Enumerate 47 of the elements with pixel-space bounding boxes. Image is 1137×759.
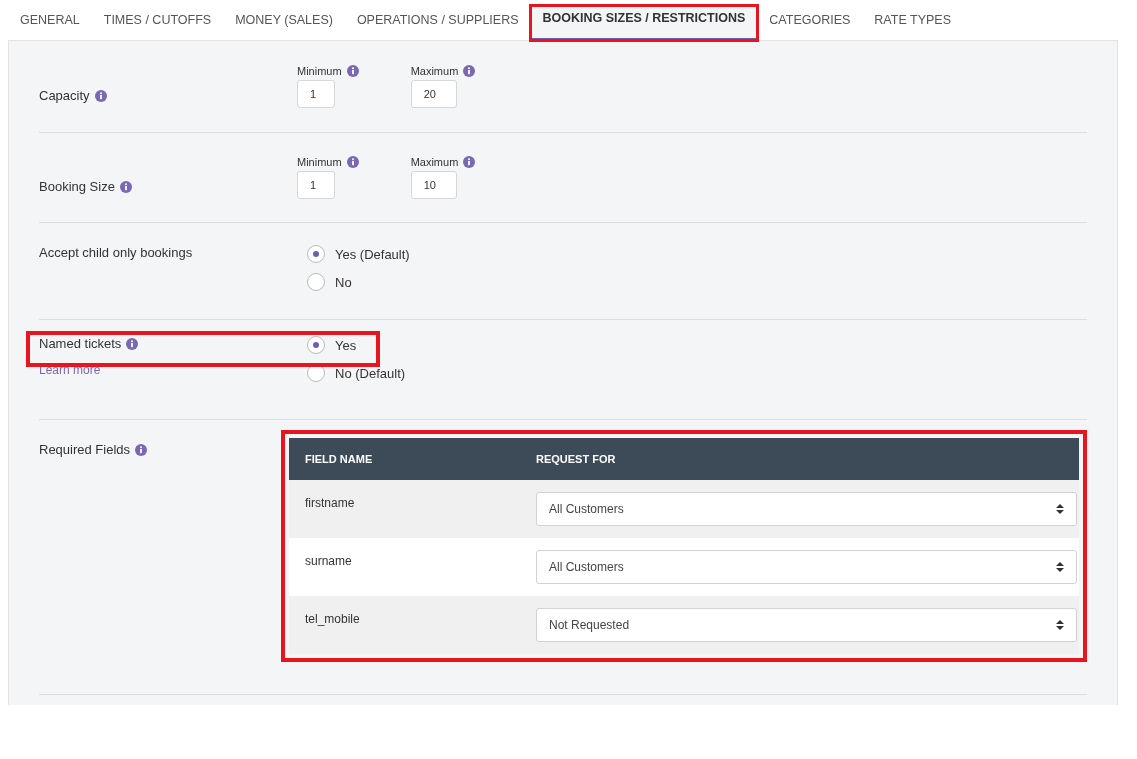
maximum-label: Maximum [410, 156, 459, 168]
maximum-input[interactable]: 10 [410, 171, 457, 199]
request-select[interactable]: All Customers [536, 550, 1077, 584]
minimum-input[interactable]: 1 [297, 171, 335, 199]
tab[interactable]: RATE TYPES [862, 10, 963, 40]
minimum-input[interactable]: 1 [297, 80, 335, 108]
tab[interactable]: CATEGORIES [757, 10, 863, 40]
radio-button[interactable] [307, 336, 325, 354]
info-icon[interactable] [346, 65, 359, 77]
field-label: Accept child only bookings [39, 245, 193, 260]
radio-button[interactable] [307, 245, 325, 263]
column-header: REQUEST FOR [536, 453, 616, 465]
sort-caret-icon [1056, 619, 1064, 631]
info-icon[interactable] [126, 337, 139, 350]
info-icon[interactable] [135, 443, 148, 456]
option-label: Yes [335, 337, 357, 353]
option-label: No [335, 274, 352, 290]
request-select[interactable]: All Customers [536, 492, 1077, 526]
info-icon[interactable] [463, 65, 476, 77]
field-label: Capacity [39, 88, 90, 103]
option-label: Yes (Default) [335, 246, 410, 262]
maximum-label: Maximum [410, 65, 459, 77]
tab[interactable]: BOOKING SIZES / RESTRICTIONS [530, 6, 758, 40]
option-label: No (Default) [335, 365, 406, 381]
maximum-input[interactable]: 20 [410, 80, 457, 108]
learn-more-link[interactable]: Learn more [39, 363, 289, 377]
field-label: Booking Size [39, 179, 115, 194]
table-cell-text: surname [304, 553, 353, 570]
tab[interactable]: MONEY (SALES) [223, 10, 345, 40]
field-label: Required Fields [39, 442, 131, 457]
sort-caret-icon [1056, 503, 1064, 515]
request-select[interactable]: Not Requested [536, 608, 1077, 642]
table-cell-text: firstname [304, 495, 356, 512]
column-header: FIELD NAME [304, 453, 374, 465]
field-label: Named tickets [39, 336, 122, 351]
info-icon[interactable] [119, 180, 132, 193]
minimum-label: Minimum [297, 156, 342, 168]
table-cell-text: tel_mobile [304, 611, 361, 628]
tab[interactable]: OPERATIONS / SUPPLIERS [344, 10, 531, 40]
minimum-label: Minimum [297, 65, 342, 77]
info-icon[interactable] [94, 89, 107, 102]
info-icon[interactable] [463, 156, 476, 168]
tab[interactable]: GENERAL [8, 10, 92, 40]
info-icon[interactable] [346, 156, 359, 168]
sort-caret-icon [1056, 561, 1064, 573]
tab[interactable]: TIMES / CUTOFFS [91, 10, 224, 40]
radio-button[interactable] [307, 273, 325, 291]
